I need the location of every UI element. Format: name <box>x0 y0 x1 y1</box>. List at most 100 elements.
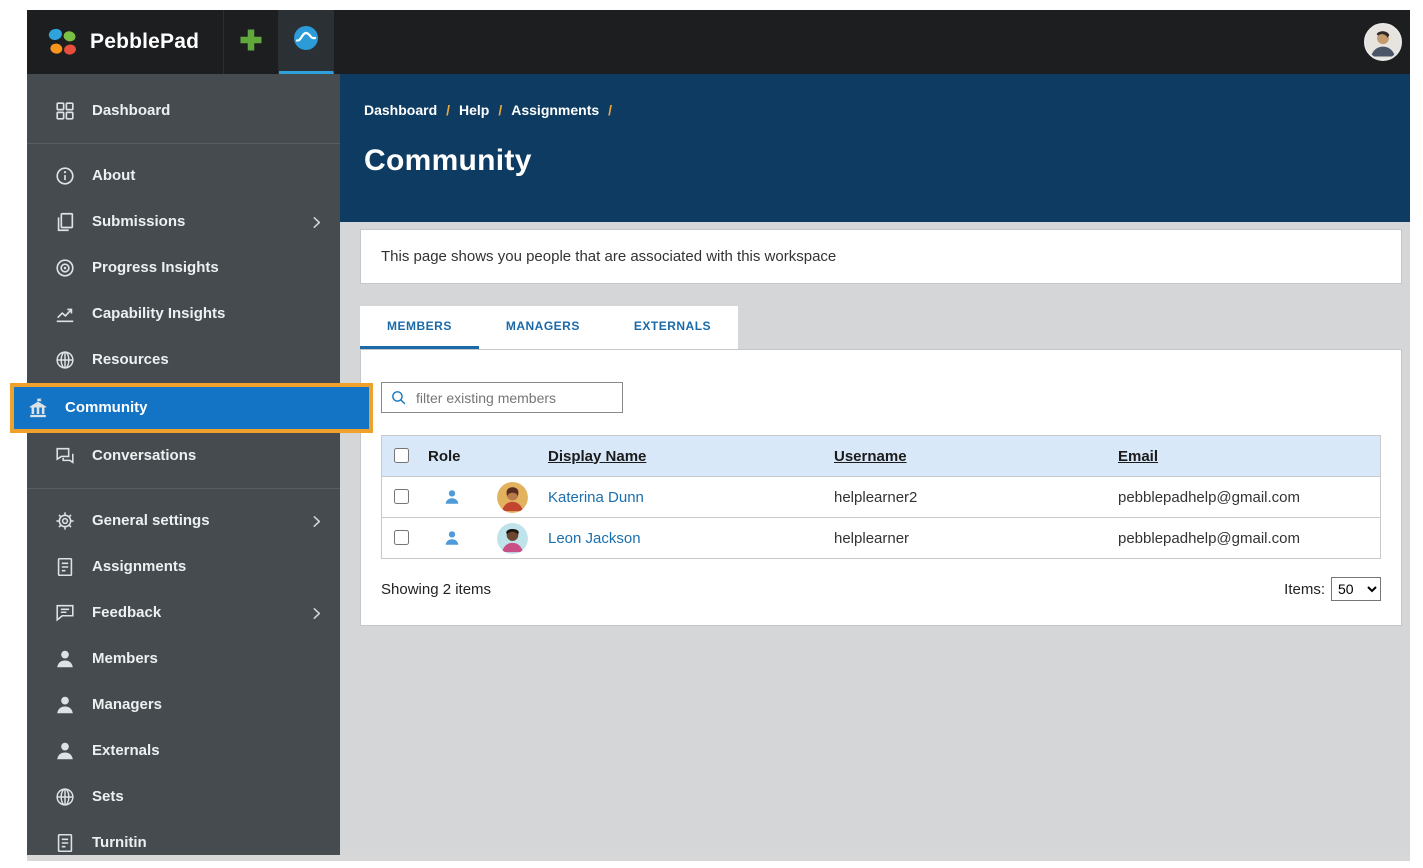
items-per-page: Items: 50 <box>1284 577 1381 601</box>
panel-footer: Showing 2 items Items: 50 <box>361 559 1401 621</box>
sidebar-item-label: Conversations <box>92 447 197 464</box>
sidebar-item-label: General settings <box>92 512 210 529</box>
sidebar-item-label: Community <box>65 399 148 416</box>
role-cell <box>420 477 484 518</box>
sidebar-item-capability-insights[interactable]: Capability Insights <box>27 291 340 337</box>
sidebar-item-turnitin[interactable]: Turnitin <box>27 820 340 866</box>
sidebar-item-label: Assignments <box>92 558 187 575</box>
member-name-link[interactable]: Leon Jackson <box>548 530 641 547</box>
breadcrumb-link-assignments[interactable]: Assignments <box>511 102 599 118</box>
pebblepad-logo[interactable]: PebblePad <box>27 10 225 74</box>
row-checkbox[interactable] <box>394 530 409 545</box>
email-cell: pebblepadhelp@gmail.com <box>1118 488 1301 506</box>
tab-externals[interactable]: EXTERNALS <box>607 306 738 349</box>
items-per-page-label: Items: <box>1284 580 1325 598</box>
sidebar-item-general-settings[interactable]: General settings <box>27 498 340 544</box>
sidebar-item-label: Turnitin <box>92 834 147 851</box>
chevron-right-icon <box>309 606 324 621</box>
atlas-app-tab[interactable] <box>279 10 335 74</box>
page-description: This page shows you people that are asso… <box>381 248 837 265</box>
sidebar-item-assignments[interactable]: Assignments <box>27 544 340 590</box>
column-header-avatar <box>484 436 540 477</box>
column-header-email[interactable]: Email <box>1110 436 1381 477</box>
sidebar-item-label: Dashboard <box>92 102 171 119</box>
person-icon <box>54 694 76 716</box>
document-icon <box>54 832 76 854</box>
breadcrumb-separator: / <box>498 102 503 118</box>
target-icon <box>54 257 76 279</box>
sidebar-item-dashboard[interactable]: Dashboard <box>27 88 340 134</box>
members-panel: Role Display Name Username Email Kater <box>360 349 1402 626</box>
filter-members-input[interactable] <box>414 388 614 407</box>
column-header-role: Role <box>428 447 461 465</box>
pebblepad-pebbles-icon <box>45 25 79 59</box>
display-name-cell: Katerina Dunn <box>540 477 826 518</box>
sidebar-item-label: Resources <box>92 351 169 368</box>
sidebar-divider <box>27 143 340 144</box>
sidebar-item-conversations[interactable]: Conversations <box>27 433 340 479</box>
community-icon <box>27 397 49 419</box>
items-per-page-select[interactable]: 50 <box>1331 577 1381 601</box>
role-cell <box>420 518 484 559</box>
person-icon <box>54 648 76 670</box>
gear-icon <box>54 510 76 532</box>
chat-icon <box>54 445 76 467</box>
column-header-username[interactable]: Username <box>826 436 1110 477</box>
breadcrumb-separator: / <box>608 102 613 118</box>
search-icon <box>390 389 407 406</box>
sidebar-item-managers[interactable]: Managers <box>27 682 340 728</box>
member-avatar <box>496 522 528 554</box>
row-checkbox-cell <box>382 518 421 559</box>
sidebar-item-submissions[interactable]: Submissions <box>27 199 340 245</box>
tab-bar: MEMBERS MANAGERS EXTERNALS <box>360 306 739 349</box>
member-name-link[interactable]: Katerina Dunn <box>548 489 644 506</box>
members-table-body: Katerina Dunn helplearner2 pebblepadhelp@g… <box>381 477 1381 559</box>
sidebar-item-label: Feedback <box>92 604 162 621</box>
chart-icon <box>54 303 76 325</box>
atlas-icon <box>292 24 320 57</box>
username-cell: helplearner2 <box>834 488 918 506</box>
sidebar-item-resources[interactable]: Resources <box>27 337 340 383</box>
sidebar-item-progress-insights[interactable]: Progress Insights <box>27 245 340 291</box>
row-checkbox[interactable] <box>394 489 409 504</box>
row-checkbox-cell <box>382 477 421 518</box>
breadcrumb: Dashboard / Help / Assignments / <box>364 102 1380 118</box>
avatar-cell <box>484 477 540 518</box>
chevron-right-icon <box>309 514 324 529</box>
page-title: Community <box>364 144 532 177</box>
sidebar-item-about[interactable]: About <box>27 153 340 199</box>
sidebar-item-sets[interactable]: Sets <box>27 774 340 820</box>
filter-row <box>361 350 1401 435</box>
copy-icon <box>54 211 76 233</box>
column-header-display-name[interactable]: Display Name <box>540 436 826 477</box>
tab-members[interactable]: MEMBERS <box>360 306 479 349</box>
pebble-plus-app-tab[interactable] <box>224 10 280 74</box>
main-content: Dashboard / Help / Assignments / Community Th… <box>340 74 1410 855</box>
select-all-checkbox[interactable] <box>394 448 409 463</box>
page-description-box: This page shows you people that are asso… <box>360 229 1402 284</box>
page-header: Dashboard / Help / Assignments / Community <box>340 74 1410 222</box>
sidebar-item-label: Externals <box>92 742 160 759</box>
sidebar-item-label: Progress Insights <box>92 259 219 276</box>
app-window: PebblePad Dashboard About Submissions Pr… <box>10 10 1410 861</box>
tab-managers[interactable]: MANAGERS <box>479 306 607 349</box>
brand-name: PebblePad <box>90 30 200 53</box>
breadcrumb-link-help[interactable]: Help <box>459 102 489 118</box>
sidebar-item-label: Capability Insights <box>92 305 226 322</box>
sidebar-item-label: Managers <box>92 696 163 713</box>
user-avatar[interactable] <box>1364 23 1402 61</box>
sidebar-item-community[interactable]: Community <box>10 383 373 433</box>
pebble-plus-icon <box>237 26 265 59</box>
table-row: Katerina Dunn helplearner2 pebblepadhelp@g… <box>381 477 1381 518</box>
sidebar-item-members[interactable]: Members <box>27 636 340 682</box>
sidebar-item-feedback[interactable]: Feedback <box>27 590 340 636</box>
breadcrumb-link-dashboard[interactable]: Dashboard <box>364 102 437 118</box>
email-cell: pebblepadhelp@gmail.com <box>1118 529 1301 547</box>
table-header-row: Role Display Name Username Email <box>381 435 1381 477</box>
sphere-icon <box>54 786 76 808</box>
topbar: PebblePad <box>27 10 1410 74</box>
document-icon <box>54 556 76 578</box>
member-role-icon <box>443 529 461 547</box>
sidebar-item-externals[interactable]: Externals <box>27 728 340 774</box>
